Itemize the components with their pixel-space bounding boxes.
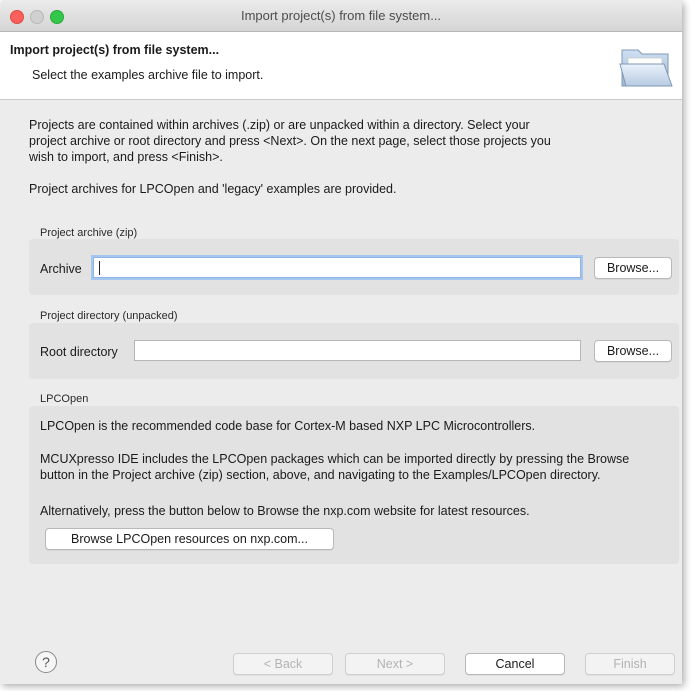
archive-input[interactable] xyxy=(93,257,581,278)
intro-line: Projects are contained within archives (… xyxy=(29,118,530,132)
archive-field-label: Archive xyxy=(40,262,82,276)
root-directory-field-label: Root directory xyxy=(40,345,118,359)
finish-button[interactable]: Finish xyxy=(585,653,675,675)
intro-line: wish to import, and press <Finish>. xyxy=(29,150,223,164)
archive-browse-button[interactable]: Browse... xyxy=(594,257,672,279)
lpcopen-packages-line: button in the Project archive (zip) sect… xyxy=(40,468,601,482)
lpcopen-packages-line: MCUXpresso IDE includes the LPCOpen pack… xyxy=(40,452,630,466)
lpcopen-alternative-text: Alternatively, press the button below to… xyxy=(40,504,530,518)
lpcopen-description: LPCOpen is the recommended code base for… xyxy=(40,419,536,433)
wizard-page-description: Select the examples archive file to impo… xyxy=(32,68,264,82)
text-caret xyxy=(99,261,100,275)
next-button[interactable]: Next > xyxy=(345,653,445,675)
intro-text: Projects are contained within archives (… xyxy=(29,117,629,165)
wizard-banner: Import project(s) from file system... Se… xyxy=(0,32,682,100)
lpcopen-packages-text: MCUXpresso IDE includes the LPCOpen pack… xyxy=(40,451,670,483)
root-directory-input[interactable] xyxy=(134,340,581,361)
help-icon[interactable]: ? xyxy=(35,651,57,673)
wizard-page-title: Import project(s) from file system... xyxy=(10,43,220,57)
directory-group: Root directory Browse... xyxy=(29,323,679,379)
directory-group-label: Project directory (unpacked) xyxy=(40,310,178,322)
window-title: Import project(s) from file system... xyxy=(240,8,442,23)
back-button[interactable]: < Back xyxy=(233,653,333,675)
legacy-note: Project archives for LPCOpen and 'legacy… xyxy=(29,182,397,196)
directory-browse-button[interactable]: Browse... xyxy=(594,340,672,362)
archive-group: Archive Browse... xyxy=(29,239,679,295)
browse-lpcopen-button[interactable]: Browse LPCOpen resources on nxp.com... xyxy=(45,528,334,550)
intro-line: project archive or root directory and pr… xyxy=(29,134,551,148)
lpcopen-group-label: LPCOpen xyxy=(40,393,89,405)
archive-group-label: Project archive (zip) xyxy=(40,227,138,239)
cancel-button[interactable]: Cancel xyxy=(465,653,565,675)
import-dialog-window: Import project(s) from file system... Im… xyxy=(0,0,682,684)
folder-open-icon xyxy=(619,49,673,87)
title-bar[interactable]: Import project(s) from file system... xyxy=(0,0,682,32)
